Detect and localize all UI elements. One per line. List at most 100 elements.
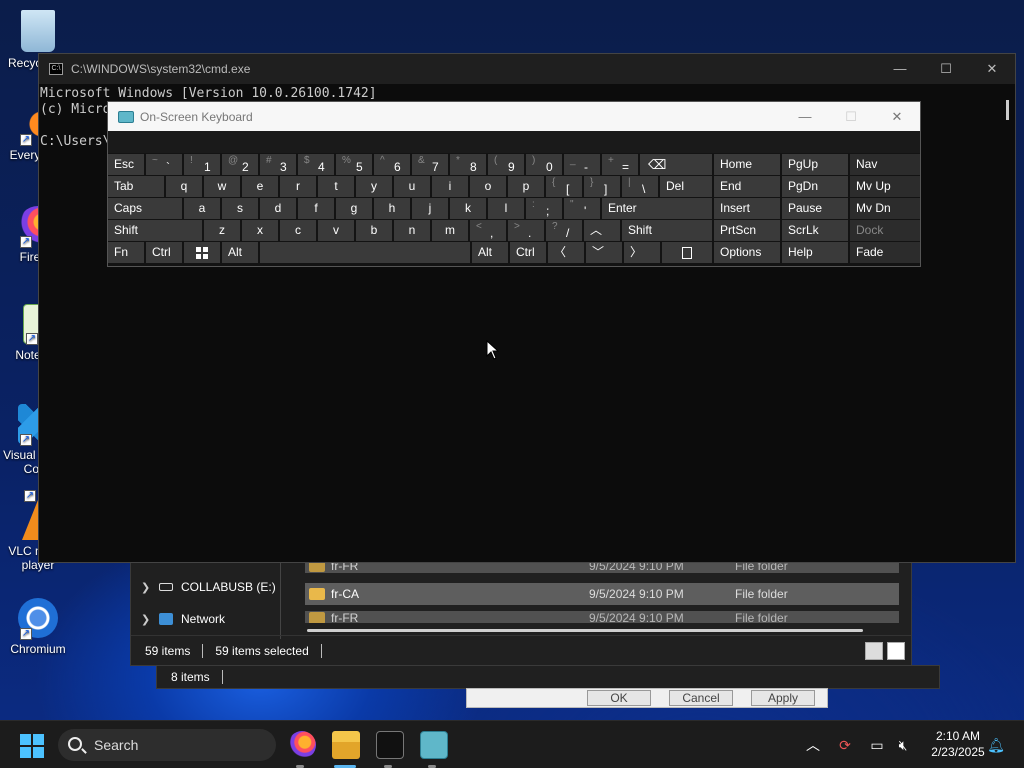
key-enter[interactable]: Enter: [602, 198, 712, 219]
key-mv-up[interactable]: Mv Up: [850, 176, 920, 197]
key-help[interactable]: Help: [782, 242, 848, 263]
taskbar-terminal-icon[interactable]: [376, 731, 404, 759]
key-slash[interactable]: ? /: [546, 220, 582, 241]
key-u[interactable]: u: [394, 176, 430, 197]
key-arrow-left[interactable]: 〈: [548, 242, 584, 263]
key-fn[interactable]: Fn: [108, 242, 144, 263]
key-q[interactable]: q: [166, 176, 202, 197]
key-7[interactable]: & 7: [412, 154, 448, 175]
file-row[interactable]: fr-FR 9/5/2024 9:10 PM File folder: [305, 611, 899, 623]
key-pgdn[interactable]: PgDn: [782, 176, 848, 197]
key-c[interactable]: c: [280, 220, 316, 241]
key-6[interactable]: ^ 6: [374, 154, 410, 175]
cmd-title-bar[interactable]: C:\ C:\WINDOWS\system32\cmd.exe: [39, 54, 1015, 84]
key-4[interactable]: $4: [298, 154, 334, 175]
key-k[interactable]: k: [450, 198, 486, 219]
key-caps[interactable]: Caps: [108, 198, 182, 219]
nav-item-network[interactable]: ❯ Network: [131, 603, 280, 635]
key-0[interactable]: ) 0: [526, 154, 562, 175]
key-v[interactable]: v: [318, 220, 354, 241]
key-ctrl-left[interactable]: Ctrl: [146, 242, 182, 263]
key-arrow-up[interactable]: ︿: [584, 220, 620, 241]
key-arrow-right[interactable]: 〉: [624, 242, 660, 263]
key-9[interactable]: (9: [488, 154, 524, 175]
key-mv-dn[interactable]: Mv Dn: [850, 198, 920, 219]
chevron-right-icon[interactable]: ❯: [141, 581, 151, 594]
key-f[interactable]: f: [298, 198, 334, 219]
key-home[interactable]: Home: [714, 154, 780, 175]
key-backtick[interactable]: ~ `: [146, 154, 182, 175]
key-2[interactable]: @2: [222, 154, 258, 175]
key-quote[interactable]: " ': [564, 198, 600, 219]
key-backspace[interactable]: ⌫: [640, 154, 712, 175]
key-b[interactable]: b: [356, 220, 392, 241]
start-button[interactable]: [20, 734, 44, 758]
key-right-bracket[interactable]: }]: [584, 176, 620, 197]
key-m[interactable]: m: [432, 220, 468, 241]
minimize-button[interactable]: —: [782, 102, 828, 132]
key-insert[interactable]: Insert: [714, 198, 780, 219]
show-hidden-icons-chevron[interactable]: ︿: [802, 721, 824, 768]
key-scrlk[interactable]: ScrLk: [782, 220, 848, 241]
key-end[interactable]: End: [714, 176, 780, 197]
key-1[interactable]: ! 1: [184, 154, 220, 175]
key-backslash[interactable]: | \: [622, 176, 658, 197]
key-prtscn[interactable]: PrtScn: [714, 220, 780, 241]
key-l[interactable]: l: [488, 198, 524, 219]
key-minus[interactable]: _ -: [564, 154, 600, 175]
chevron-right-icon[interactable]: ❯: [141, 613, 151, 626]
key-n[interactable]: n: [394, 220, 430, 241]
key-ctrl-right[interactable]: Ctrl: [510, 242, 546, 263]
key-fade[interactable]: Fade: [850, 242, 920, 263]
key-left-bracket[interactable]: {[: [546, 176, 582, 197]
key-e[interactable]: e: [242, 176, 278, 197]
key-alt-left[interactable]: Alt: [222, 242, 258, 263]
cmd-scrollbar-thumb[interactable]: [1006, 100, 1009, 120]
key-alt-right[interactable]: Alt: [472, 242, 508, 263]
key-y[interactable]: y: [356, 176, 392, 197]
key-pause[interactable]: Pause: [782, 198, 848, 219]
key-options[interactable]: Options: [714, 242, 780, 263]
key-menu[interactable]: [662, 242, 712, 263]
network-icon[interactable]: ▭: [866, 721, 888, 768]
key-5[interactable]: % 5: [336, 154, 372, 175]
file-row[interactable]: fr-CA 9/5/2024 9:10 PM File folder: [305, 583, 899, 605]
key-s[interactable]: s: [222, 198, 258, 219]
key-comma[interactable]: <,: [470, 220, 506, 241]
key-space[interactable]: [260, 242, 470, 263]
nav-item-collabusb[interactable]: ❯ COLLABUSB (E:): [131, 571, 280, 603]
key-8[interactable]: * 8: [450, 154, 486, 175]
key-h[interactable]: h: [374, 198, 410, 219]
key-esc[interactable]: Esc: [108, 154, 144, 175]
desktop-icon-chromium[interactable]: ↗ Chromium: [0, 598, 76, 656]
ok-button[interactable]: OK: [587, 690, 651, 706]
apply-button[interactable]: Apply: [751, 690, 815, 706]
key-nav[interactable]: Nav: [850, 154, 920, 175]
cancel-button[interactable]: Cancel: [669, 690, 733, 706]
taskbar-firefox-icon[interactable]: [288, 731, 316, 759]
key-g[interactable]: g: [336, 198, 372, 219]
key-shift-right[interactable]: Shift: [622, 220, 712, 241]
taskbar-on-screen-keyboard-icon[interactable]: [420, 731, 448, 759]
taskbar-file-explorer-icon[interactable]: [332, 731, 360, 759]
key-shift-left[interactable]: Shift: [108, 220, 202, 241]
key-o[interactable]: o: [470, 176, 506, 197]
key-equals[interactable]: + =: [602, 154, 638, 175]
details-view-icon[interactable]: [865, 642, 883, 660]
minimize-button[interactable]: —: [877, 54, 923, 84]
sync-status-icon[interactable]: ⟳: [834, 721, 856, 768]
key-period[interactable]: >.: [508, 220, 544, 241]
key-pgup[interactable]: PgUp: [782, 154, 848, 175]
close-button[interactable]: ✕: [874, 102, 920, 132]
key-del[interactable]: Del: [660, 176, 712, 197]
large-icons-view-icon[interactable]: [887, 642, 905, 660]
taskbar-search[interactable]: Search: [58, 729, 276, 761]
key-j[interactable]: j: [412, 198, 448, 219]
key-i[interactable]: i: [432, 176, 468, 197]
horizontal-scrollbar[interactable]: [307, 629, 863, 632]
key-arrow-down[interactable]: ﹀: [586, 242, 622, 263]
key-w[interactable]: w: [204, 176, 240, 197]
key-t[interactable]: t: [318, 176, 354, 197]
key-z[interactable]: z: [204, 220, 240, 241]
close-button[interactable]: ✕: [969, 54, 1015, 84]
